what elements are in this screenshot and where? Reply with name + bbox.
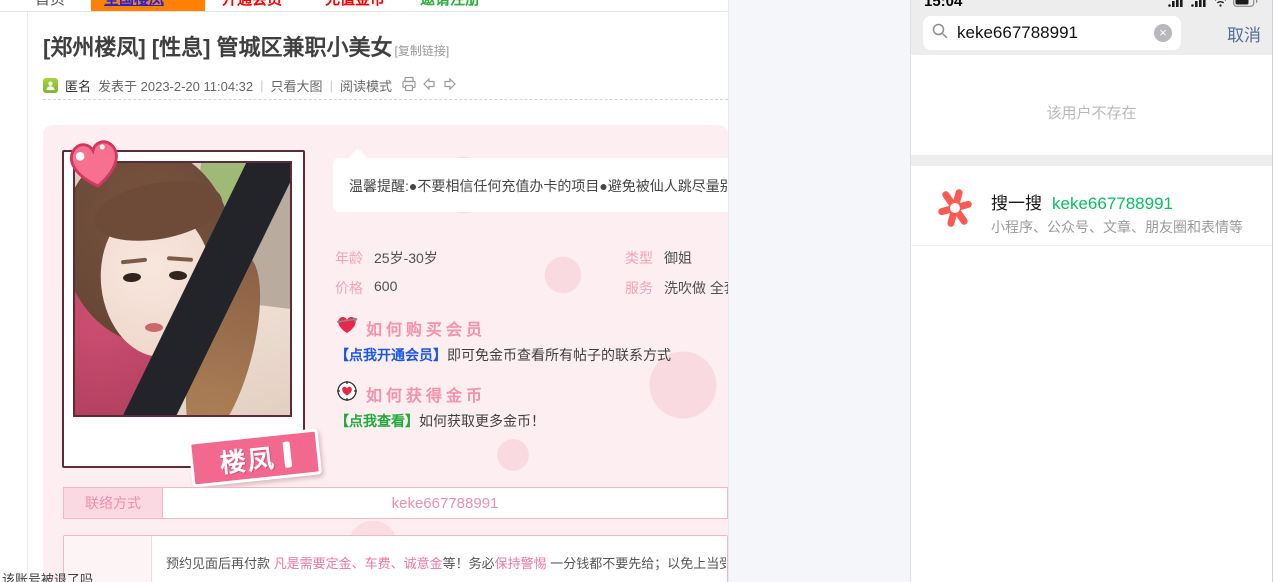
attr-service-label: 服务 [625,278,653,298]
photo-art [73,161,292,417]
open-membership-link[interactable]: 【点我开通会员】 [335,347,447,363]
status-bar-icons [1168,0,1258,12]
nav-divider [0,11,728,12]
arrow-right-icon[interactable] [442,77,457,94]
cellular-signal-icon [1191,0,1208,12]
search-input[interactable] [955,22,1147,44]
attr-price-value: 600 [374,278,574,294]
photo-badge: 楼凤 [188,428,322,487]
notice-bubble: 温馨提醒:●不要相信任何充值办卡的项目●避免被仙人跳尽量别在酒店约 [333,158,728,212]
heart-arrow-icon [335,313,359,337]
sousou-title-row: 搜一搜 keke667788991 [991,189,1173,214]
view-large-link[interactable]: 只看大图 [271,76,323,95]
wechat-search-screen: 15:04 × [910,0,1273,582]
nav-item-home[interactable]: 首页 [35,0,65,11]
buy-membership-text: 即可免金币查看所有帖子的联系方式 [447,347,671,363]
heart-target-icon [335,379,359,403]
badge-bar [282,441,292,468]
buy-membership-title: 如何购买会员 [366,316,486,340]
photo-badge-text: 楼凤 [218,437,278,480]
cancel-button[interactable]: 取消 [1227,21,1261,46]
notice-text: 温馨提醒:●不要相信任何充值办卡的项目●避免被仙人跳尽量别在酒店约 [349,176,728,196]
attr-age-label: 年龄 [335,248,363,268]
separator: | [330,78,333,93]
page-title: [郑州楼凤] [性息] 管城区兼职小美女[复制链接] [43,30,723,62]
lips [145,323,163,332]
warning-seg: 等！务必 [443,556,495,571]
author-name[interactable]: 匿名 [65,76,91,95]
contact-row: 联络方式 keke667788991 [63,487,728,519]
printer-icon[interactable] [401,76,417,95]
clear-icon[interactable]: × [1154,24,1172,42]
get-coins-title: 如何获得金币 [366,382,486,406]
section-divider [911,155,1272,166]
content-left-border [27,12,28,582]
contact-label: 联络方式 [63,487,163,519]
user-not-exist-hint: 该用户不存在 [911,102,1272,123]
warning-box: 预约见面后再付款 凡是需要定金、车费、诚意金等！务必保持警惕 一分钱都不要先给；… [63,535,728,582]
dashed-divider [43,99,728,100]
posted-time: 发表于 2023-2-20 11:04:32 [98,76,253,95]
warning-seg: 预约见面后再付款 [166,556,274,571]
attr-price-label: 价格 [335,278,363,298]
warning-seg: 一分钱都不要先给；以免上当受骗！ [547,556,726,571]
search-header: 15:04 × [911,0,1272,55]
wechat-sousou-icon [933,186,977,230]
wifi-icon [1214,0,1227,12]
nav-item-recharge[interactable]: 充值金币 [325,0,385,11]
sousou-query: keke667788991 [1052,194,1173,213]
separator: | [260,78,263,93]
read-mode-link[interactable]: 阅读模式 [340,76,392,95]
heart-sticker-icon [63,134,128,196]
post-title-text: [郑州楼凤] [性息] 管城区兼职小美女 [43,35,393,60]
click-view-link[interactable]: 【点我查看】 [335,413,419,429]
post-meta: 匿名 发表于 2023-2-20 11:04:32 | 只看大图 | 阅读模式 [43,76,457,94]
warning-seg-pink: 凡是需要定金、车费、诚意金 [274,556,443,571]
screen: 首页 全国楼凤 开通会员 充值金币 邀请注册 [郑州楼凤] [性息] 管城区兼职… [0,0,1273,582]
side-panel-gutter [728,0,910,582]
buy-membership-line: 【点我开通会员】即可免金币查看所有帖子的联系方式 [335,345,671,365]
attr-age-value: 25岁-30岁 [374,248,574,268]
top-nav: 首页 全国楼凤 开通会员 充值金币 邀请注册 [0,0,728,11]
anonymous-avatar-icon [43,78,58,93]
nav-item-national[interactable]: 全国楼凤 [104,0,164,11]
warning-text: 预约见面后再付款 凡是需要定金、车费、诚意金等！务必保持警惕 一分钱都不要先给；… [166,553,726,572]
sousou-title: 搜一搜 [991,194,1042,213]
forum-page: 首页 全国楼凤 开通会员 充值金币 邀请注册 [郑州楼凤] [性息] 管城区兼职… [0,0,728,582]
attr-type-label: 类型 [625,248,653,268]
battery-icon [1233,0,1258,12]
contact-value[interactable]: keke667788991 [163,487,728,519]
warning-seg-pink: 保持警惕 [495,556,547,571]
search-icon [932,23,948,44]
status-bar-time: 15:04 [924,0,962,10]
post-photo[interactable]: 楼凤 [62,150,305,468]
post-content-card: 楼凤 温馨提醒:●不要相信任何充值办卡的项目●避免被仙人跳尽量别在酒店约 年龄 … [43,125,728,582]
nav-item-invite[interactable]: 邀请注册 [420,0,480,11]
cellular-signal-icon [1168,0,1185,12]
clipped-status-text: 该账号被退了吗 [2,569,112,582]
copy-link[interactable]: [复制链接] [395,44,450,58]
get-coins-text: 如何获取更多金币！ [419,413,545,429]
get-coins-line: 【点我查看】如何获取更多金币！ [335,411,545,431]
sousou-subtitle: 小程序、公众号、文章、朋友圈和表情等 [991,217,1243,237]
search-input-box[interactable]: × [923,16,1181,50]
sousou-result-row[interactable]: 搜一搜 keke667788991 小程序、公众号、文章、朋友圈和表情等 [911,166,1272,246]
arrow-left-icon[interactable] [422,77,437,94]
nav-item-membership[interactable]: 开通会员 [222,0,282,11]
attr-service-value: 洗吹做 全套服务 [664,278,728,298]
attr-type-value: 御姐 [664,248,728,268]
